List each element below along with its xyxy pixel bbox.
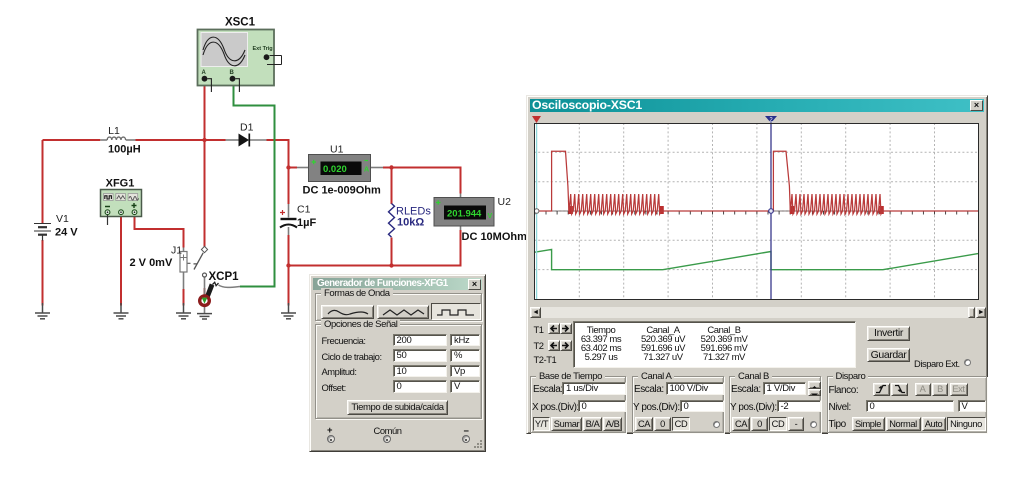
svg-text:V1: V1 [56,213,69,225]
svg-text:10kΩ: 10kΩ [397,217,424,229]
svg-text:2 V 0mV: 2 V 0mV [130,257,173,269]
svg-text:24 V: 24 V [55,227,78,239]
svg-text:L1: L1 [108,125,120,137]
svg-text:201.944: 201.944 [447,209,482,220]
svg-text:D1: D1 [240,122,254,134]
svg-text:B: B [230,70,235,76]
svg-text:XFG1: XFG1 [106,178,135,190]
svg-text:DC 1e-009Ohm: DC 1e-009Ohm [303,185,381,197]
svg-text:A: A [202,70,207,76]
svg-text:XSC1: XSC1 [225,17,256,29]
svg-text:U2: U2 [498,196,512,208]
svg-text:1µF: 1µF [297,217,316,229]
svg-text:A: A [364,167,369,174]
svg-text:0.020: 0.020 [323,164,347,175]
svg-text:Ext Trig: Ext Trig [253,46,273,52]
svg-text:C1: C1 [297,204,311,216]
svg-text:XCP1: XCP1 [209,271,240,283]
svg-text:U1: U1 [330,144,344,156]
svg-text:DC 10MOhm: DC 10MOhm [462,231,528,243]
svg-text:V: V [488,213,493,220]
svg-text:J1: J1 [171,245,182,257]
svg-text:100µH: 100µH [108,144,141,156]
